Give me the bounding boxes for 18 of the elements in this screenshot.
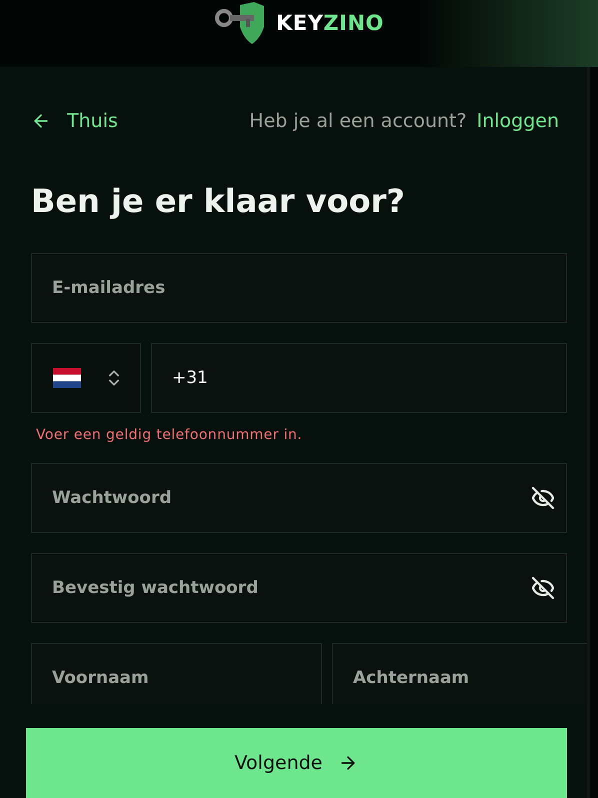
- visibility-toggle[interactable]: [531, 576, 555, 600]
- password-field[interactable]: Bevestig wachtwoord: [31, 552, 567, 623]
- account-prompt: Heb je al een account?: [249, 110, 467, 132]
- name-field[interactable]: Voornaam: [31, 642, 322, 704]
- visibility-toggle[interactable]: [531, 486, 555, 510]
- email-field[interactable]: E-mailadres: [31, 252, 567, 323]
- logo-text: KEY: [276, 10, 324, 34]
- password-field[interactable]: Wachtwoord: [31, 462, 567, 533]
- name-field[interactable]: Achternaam: [332, 642, 587, 704]
- flag-icon: [53, 368, 81, 388]
- error-message: Voer een geldig telefoonnummer in.: [36, 426, 304, 443]
- country-select[interactable]: [31, 342, 141, 413]
- next-button[interactable]: Volgende: [26, 728, 567, 798]
- back-link[interactable]: Thuis: [31, 110, 118, 132]
- login-link[interactable]: Inloggen: [476, 110, 559, 132]
- phone-field[interactable]: +31: [151, 342, 567, 413]
- page-heading: Ben je er klaar voor?: [31, 180, 406, 221]
- logo-text: ZINO: [323, 10, 384, 34]
